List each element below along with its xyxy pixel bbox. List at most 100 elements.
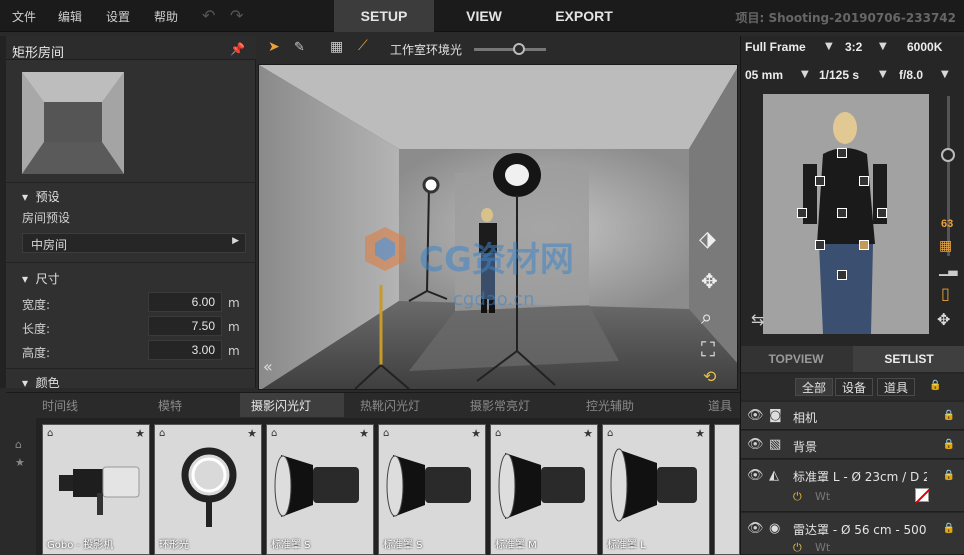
lock-icon[interactable]: 🔒	[943, 439, 955, 450]
tab-studio-strobes[interactable]: 摄影闪光灯	[251, 397, 311, 414]
equipment-card[interactable]: ⌂ ★ Gobo - 投影机	[42, 424, 150, 555]
3d-viewport[interactable]: CG资材网 cgdao.cn ⬗ ✥ ⌕ ⛶ ⟲ «	[258, 64, 738, 390]
tab-models[interactable]: 模特	[158, 397, 182, 414]
menu-help[interactable]: 帮助	[154, 8, 178, 25]
histogram-icon[interactable]: ▁▃	[939, 262, 957, 276]
star-icon[interactable]: ★	[583, 427, 593, 440]
chevron-down-icon[interactable]: ▼	[941, 69, 949, 80]
tab-view[interactable]: VIEW	[434, 0, 534, 32]
grid-overlay-icon[interactable]: ▦	[939, 238, 952, 254]
lock-icon[interactable]: 🔒	[929, 380, 941, 391]
focus-point[interactable]	[815, 176, 825, 186]
zoom-slider[interactable]	[947, 96, 950, 256]
room-preset-dropdown[interactable]: 中房间 ▶	[22, 233, 246, 253]
aperture[interactable]: f/8.0	[899, 68, 923, 92]
visibility-eye-icon[interactable]: 👁	[747, 521, 764, 536]
ruler-icon[interactable]: ✎	[294, 40, 305, 55]
star-icon[interactable]: ★	[15, 456, 25, 469]
equipment-card[interactable]: ⌂ ★ 标准罩 L	[602, 424, 710, 555]
ambient-light-slider[interactable]	[474, 43, 546, 55]
shutter-speed[interactable]: 1/125 s	[819, 68, 859, 92]
focus-point[interactable]	[837, 270, 847, 280]
move-camera-icon[interactable]: ✥	[937, 310, 950, 329]
focus-point-active[interactable]	[859, 240, 869, 250]
chevron-down-icon[interactable]: ▼	[801, 69, 809, 80]
focus-point[interactable]	[859, 176, 869, 186]
tab-continuous-lights[interactable]: 摄影常亮灯	[470, 397, 530, 414]
tab-setlist[interactable]: SETLIST	[853, 346, 964, 372]
star-icon[interactable]: ★	[471, 427, 481, 440]
equipment-card[interactable]: ⌂ ★ 标准罩 S	[378, 424, 486, 555]
camera-preview[interactable]	[763, 94, 929, 334]
setlist-row[interactable]: 👁 ◭ 标准罩 L - Ø 23cm / D 23 🔒 ⏻ Wt	[741, 460, 964, 512]
grid-icon[interactable]: ▦	[330, 39, 343, 55]
lock-icon[interactable]: 🔒	[943, 523, 955, 534]
height-input[interactable]: 3.00	[148, 340, 222, 360]
swap-arrows-icon[interactable]: ⇆	[751, 310, 764, 329]
setlist-row[interactable]: 👁 ▧ 背景 🔒	[741, 431, 964, 459]
equipment-card[interactable]: ⌂ ★ 环形光	[154, 424, 262, 555]
orbit-navigation-icon[interactable]: ⬗	[699, 227, 716, 252]
visibility-eye-icon[interactable]: 👁	[747, 468, 764, 483]
setlist-row[interactable]: 👁 ◙ 相机 🔒	[741, 402, 964, 430]
tab-speedlights[interactable]: 热靴闪光灯	[360, 397, 420, 414]
focal-length[interactable]: 05 mm	[745, 68, 783, 92]
tab-export[interactable]: EXPORT	[534, 0, 634, 32]
lock-icon[interactable]: 🔒	[943, 470, 955, 481]
focus-point[interactable]	[837, 148, 847, 158]
preset-section-header[interactable]: ▾ 预设	[22, 188, 60, 205]
zoom-magnifier-icon[interactable]: ⌕	[701, 305, 712, 329]
chevron-down-icon[interactable]: ▼	[879, 69, 887, 80]
equipment-card[interactable]: ⌂ ★ 标准罩 S	[266, 424, 374, 555]
color-section-header[interactable]: ▾ 颜色	[22, 374, 60, 391]
power-toggle-icon[interactable]: ⏻	[793, 541, 802, 555]
portrait-frame-icon[interactable]: ▯	[941, 284, 950, 303]
lock-icon[interactable]: 🔒	[943, 410, 955, 421]
undo-icon[interactable]: ↶	[202, 6, 215, 25]
reset-rotation-icon[interactable]: ⟲	[703, 367, 716, 386]
equipment-card-partial[interactable]	[714, 424, 740, 555]
chevron-down-icon[interactable]: ▼	[879, 41, 887, 52]
menu-settings[interactable]: 设置	[106, 8, 130, 25]
chevron-down-icon[interactable]: ▼	[825, 41, 833, 52]
sensor-format[interactable]: Full Frame	[745, 40, 806, 64]
filter-props[interactable]: 道具	[877, 378, 916, 396]
focus-point[interactable]	[815, 240, 825, 250]
focus-point[interactable]	[837, 208, 847, 218]
collapse-left-icon[interactable]: «	[263, 357, 273, 376]
power-toggle-icon[interactable]: ⏻	[793, 490, 802, 504]
tab-topview[interactable]: TOPVIEW	[741, 346, 851, 372]
visibility-eye-icon[interactable]: 👁	[747, 408, 764, 423]
redo-icon[interactable]: ↷	[230, 6, 243, 25]
visibility-eye-icon[interactable]: 👁	[747, 437, 764, 452]
ambient-slider-knob[interactable]	[512, 43, 525, 55]
line-tool-icon[interactable]: ⟋	[358, 38, 368, 54]
filter-equipment[interactable]: 设备	[835, 378, 874, 396]
menu-file[interactable]: 文件	[12, 8, 36, 25]
star-icon[interactable]: ★	[135, 427, 145, 440]
menu-edit[interactable]: 编辑	[58, 8, 82, 25]
size-section-header[interactable]: ▾ 尺寸	[22, 270, 60, 287]
pin-icon[interactable]: 📌	[230, 42, 245, 56]
home-icon[interactable]: ⌂	[15, 438, 22, 451]
fit-view-icon[interactable]: ⛶	[701, 337, 715, 361]
focus-point[interactable]	[797, 208, 807, 218]
tab-timeline[interactable]: 时间线	[42, 397, 78, 414]
tab-props[interactable]: 道具	[708, 397, 732, 414]
pan-arrows-icon[interactable]: ✥	[701, 269, 718, 293]
filter-all[interactable]: 全部	[795, 378, 834, 396]
tab-setup[interactable]: SETUP	[334, 0, 434, 32]
star-icon[interactable]: ★	[359, 427, 369, 440]
equipment-card[interactable]: ⌂ ★ 标准罩 M	[490, 424, 598, 555]
tab-light-modifiers[interactable]: 控光辅助	[586, 397, 634, 414]
focus-point[interactable]	[877, 208, 887, 218]
star-icon[interactable]: ★	[695, 427, 705, 440]
setlist-row[interactable]: 👁 ◉ 雷达罩 - Ø 56 cm - 500W 🔒 ⏻ Wt	[741, 513, 964, 555]
select-cursor-icon[interactable]: ➤	[268, 39, 280, 55]
width-input[interactable]: 6.00	[148, 292, 222, 312]
zoom-slider-knob[interactable]	[941, 148, 955, 162]
color-temperature[interactable]: 6000K	[907, 40, 942, 64]
length-input[interactable]: 7.50	[148, 316, 222, 336]
aspect-ratio[interactable]: 3:2	[845, 40, 862, 64]
color-swatch-none[interactable]	[915, 488, 931, 504]
